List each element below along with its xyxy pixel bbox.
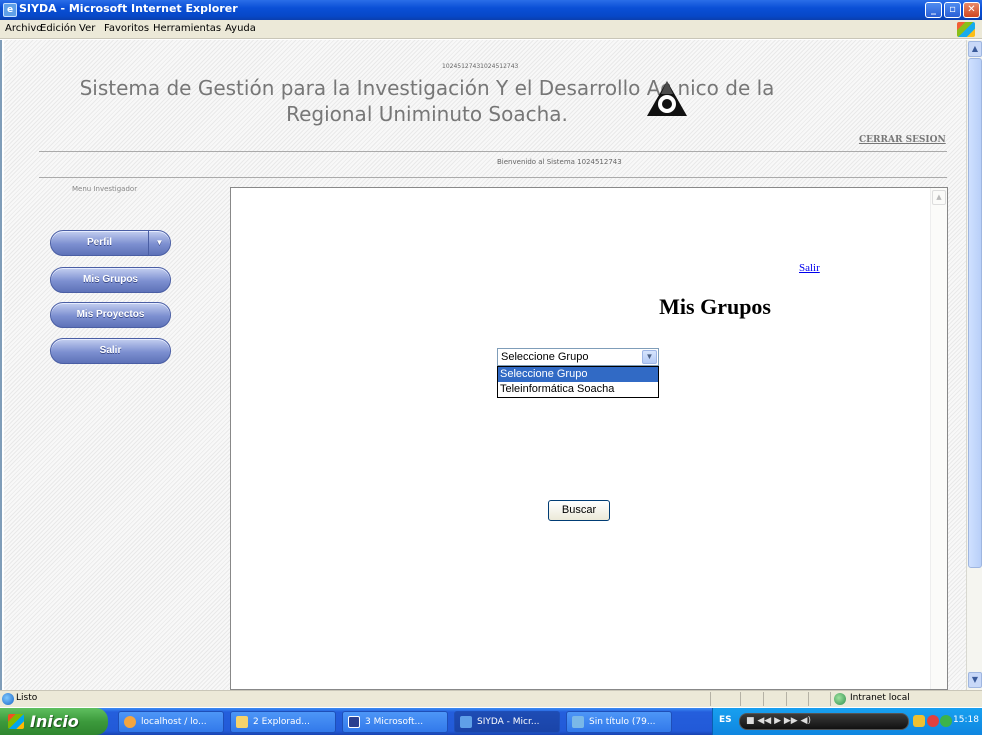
group-select-options: Seleccione Grupo Teleinformática Soacha xyxy=(497,366,659,398)
chevron-down-icon[interactable]: ▼ xyxy=(148,231,170,255)
menu-edicion[interactable]: Edición xyxy=(40,23,76,34)
nav-mis-grupos-label: Mis Grupos xyxy=(82,274,138,285)
site-title: Sistema de Gestión para la Investigación… xyxy=(79,76,775,126)
option-seleccione-grupo[interactable]: Seleccione Grupo xyxy=(498,367,658,382)
status-bar: Listo Intranet local xyxy=(0,690,982,707)
status-divider xyxy=(786,692,787,706)
welcome-divider xyxy=(39,177,947,178)
firefox-icon xyxy=(124,716,136,728)
menu-label: Menu Investigador xyxy=(72,185,138,193)
taskbar-item-paint[interactable]: Sin título (79... xyxy=(566,711,672,733)
taskbar: Inicio localhost / lo... 2 Explorad... 3… xyxy=(0,708,982,735)
chevron-down-icon[interactable]: ▼ xyxy=(642,350,657,364)
intranet-globe-icon xyxy=(834,693,846,705)
start-button[interactable]: Inicio xyxy=(0,708,108,735)
media-player-controls[interactable]: ■ ◀◀ ▶ ▶▶ ◀) xyxy=(739,713,909,730)
status-divider xyxy=(808,692,809,706)
windows-flag-icon xyxy=(957,22,975,37)
salir-link[interactable]: Salir xyxy=(799,262,820,274)
group-select[interactable]: Seleccione Grupo ▼ xyxy=(497,348,659,366)
status-divider xyxy=(830,692,831,706)
logout-link[interactable]: CERRAR SESION xyxy=(859,135,946,145)
tray-chevron-icon[interactable] xyxy=(913,715,925,727)
browser-scrollbar[interactable]: ▲ ▼ xyxy=(966,40,982,690)
taskbar-item-label: Sin título (79... xyxy=(589,717,656,727)
buscar-button[interactable]: Buscar xyxy=(548,500,610,521)
ie-icon xyxy=(460,716,472,728)
nav-mis-grupos-button[interactable]: Mis Grupos xyxy=(50,267,171,293)
taskbar-item-explorer[interactable]: 2 Explorad... xyxy=(230,711,336,733)
nav-salir-label: Salir xyxy=(99,345,122,356)
tray-network-icon[interactable] xyxy=(940,715,952,727)
status-text: Listo xyxy=(16,693,38,703)
nav-mis-proyectos-button[interactable]: Mis Proyectos xyxy=(50,302,171,328)
header-divider xyxy=(39,151,947,152)
status-divider xyxy=(763,692,764,706)
system-tray: ES ■ ◀◀ ▶ ▶▶ ◀) 15:18 xyxy=(712,708,982,735)
group-select-value: Seleccione Grupo xyxy=(501,351,589,363)
scroll-up-arrow-icon[interactable]: ▲ xyxy=(932,190,946,205)
maximize-button[interactable]: ▫ xyxy=(944,2,961,18)
scroll-thumb[interactable] xyxy=(968,58,982,568)
taskbar-item-label: 3 Microsoft... xyxy=(365,717,424,727)
security-zone: Intranet local xyxy=(850,693,910,703)
welcome-text: Bienvenido al Sistema 1024512743 xyxy=(497,158,622,166)
page-status-icon xyxy=(2,693,14,705)
language-indicator[interactable]: ES xyxy=(719,715,732,725)
clock: 15:18 xyxy=(953,715,979,725)
taskbar-item-siyda[interactable]: SIYDA - Micr... xyxy=(454,711,560,733)
start-label: Inicio xyxy=(30,712,79,731)
menu-favoritos[interactable]: Favoritos xyxy=(104,23,149,34)
tray-mail-icon[interactable] xyxy=(927,715,939,727)
content-frame: ▲ Salir Mis Grupos Seleccione Grupo ▼ Se… xyxy=(230,187,948,690)
menu-archivo[interactable]: Archivo xyxy=(5,23,42,34)
status-divider xyxy=(740,692,741,706)
browser-viewport: 10245127431024512743 Sistema de Gestión … xyxy=(0,40,966,690)
nav-mis-proyectos-label: Mis Proyectos xyxy=(76,309,145,320)
nav-salir-button[interactable]: Salir xyxy=(50,338,171,364)
taskbar-item-localhost[interactable]: localhost / lo... xyxy=(118,711,224,733)
close-button[interactable]: ✕ xyxy=(963,2,980,18)
menu-ver[interactable]: Ver xyxy=(79,23,95,34)
taskbar-item-label: 2 Explorad... xyxy=(253,717,310,727)
word-icon xyxy=(348,716,360,728)
folder-icon xyxy=(236,716,248,728)
user-id-text: 10245127431024512743 xyxy=(442,63,519,70)
taskbar-item-label: SIYDA - Micr... xyxy=(477,717,540,727)
media-controls-icon: ■ ◀◀ ▶ ▶▶ ◀) xyxy=(746,716,811,726)
nav-perfil-label: Perfil xyxy=(86,237,112,248)
page-title: Mis Grupos xyxy=(659,294,771,319)
taskbar-item-label: localhost / lo... xyxy=(141,717,207,727)
paint-icon xyxy=(572,716,584,728)
ie-app-icon: e xyxy=(3,3,17,17)
menu-ayuda[interactable]: Ayuda xyxy=(225,23,256,34)
minimize-button[interactable]: _ xyxy=(925,2,942,18)
menu-bar: Archivo Edición Ver Favoritos Herramient… xyxy=(0,20,982,39)
option-teleinformatica-soacha[interactable]: Teleinformática Soacha xyxy=(498,382,658,397)
frame-scrollbar[interactable]: ▲ xyxy=(930,188,947,689)
nav-perfil-button[interactable]: Perfil ▼ xyxy=(50,230,171,256)
menu-herramientas[interactable]: Herramientas xyxy=(153,23,221,34)
window-title: SIYDA - Microsoft Internet Explorer xyxy=(19,2,238,15)
window-title-bar[interactable]: e SIYDA - Microsoft Internet Explorer _ … xyxy=(0,0,982,20)
taskbar-item-microsoft[interactable]: 3 Microsoft... xyxy=(342,711,448,733)
scroll-down-icon[interactable]: ▼ xyxy=(968,672,982,688)
windows-flag-icon xyxy=(8,714,24,729)
scroll-up-icon[interactable]: ▲ xyxy=(968,41,982,57)
uniminuto-logo-icon xyxy=(647,81,687,116)
status-divider xyxy=(710,692,711,706)
